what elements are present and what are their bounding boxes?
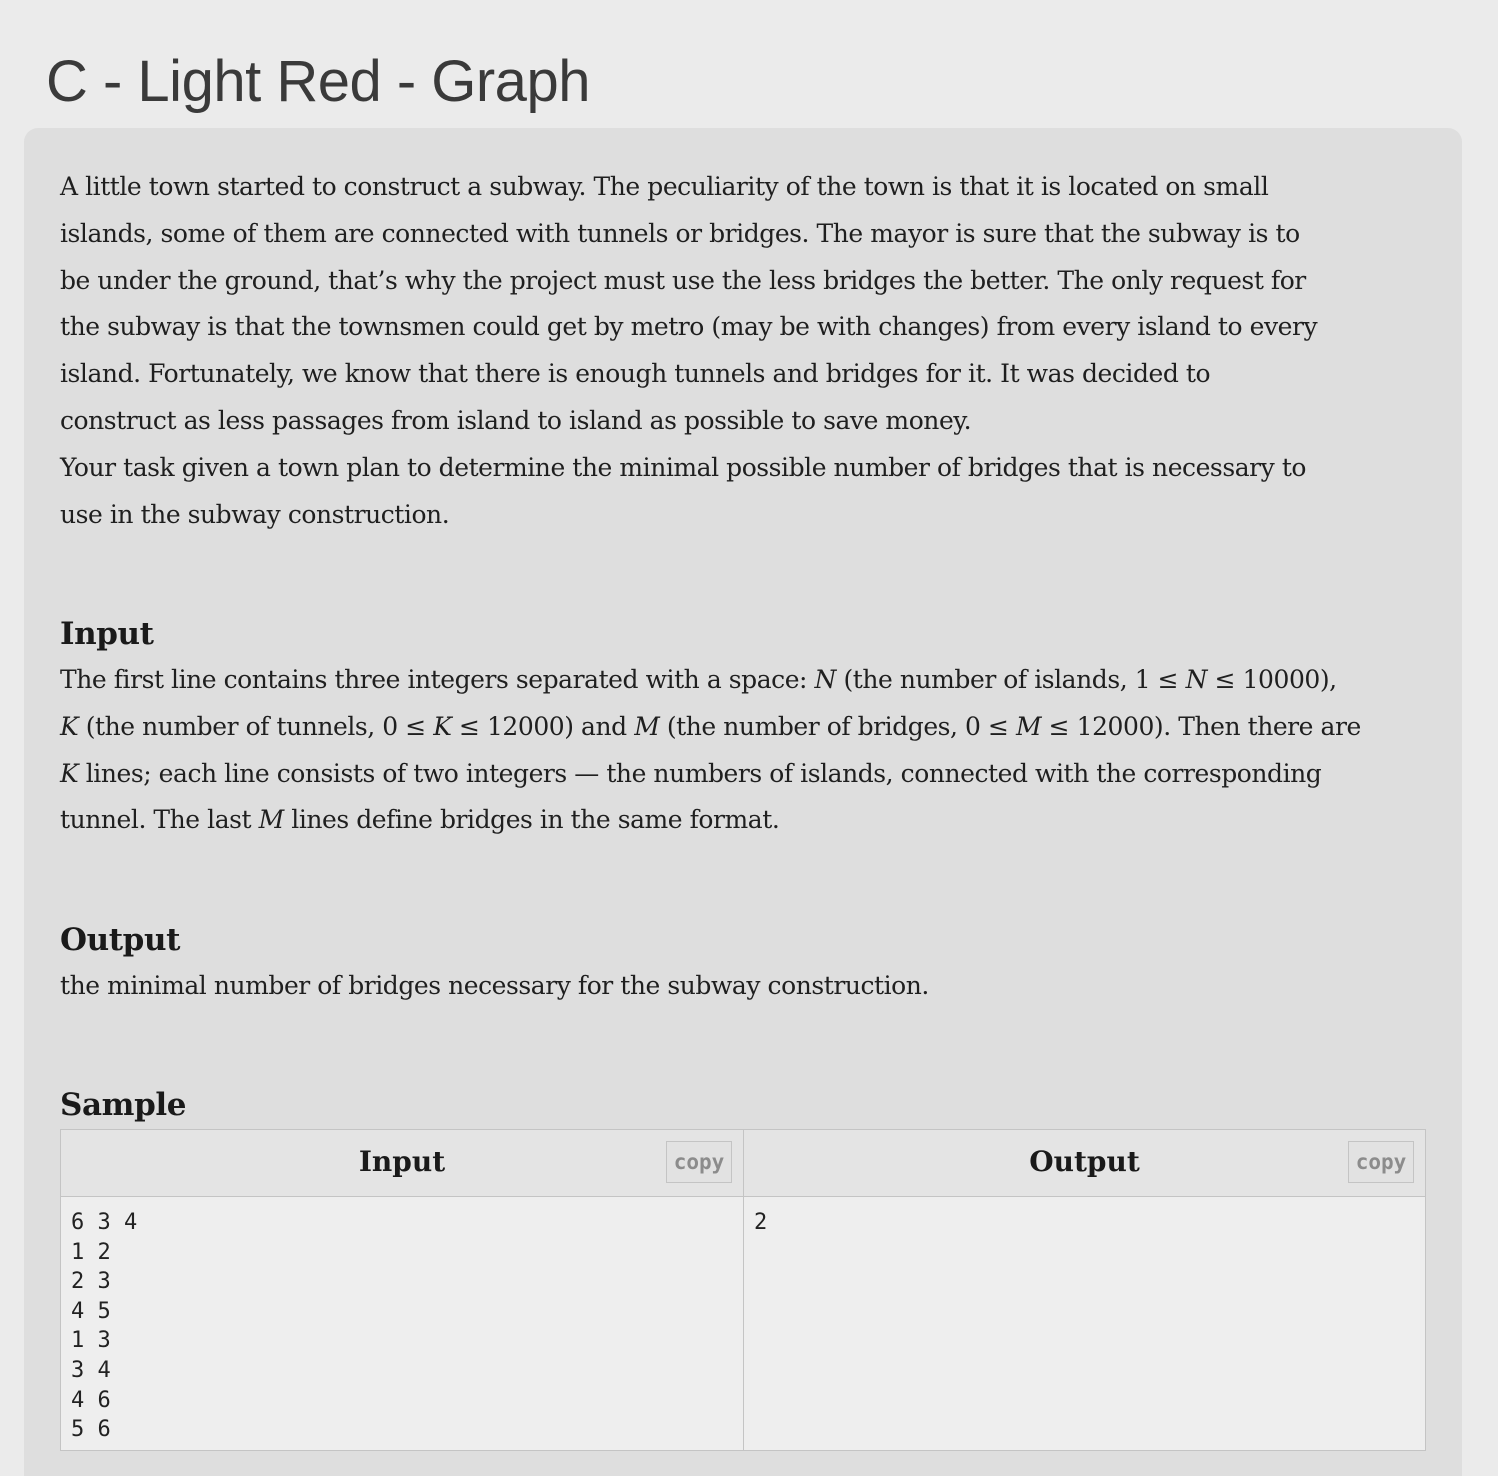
output-desc-line: the minimal number of bridges necessary … (60, 971, 929, 1000)
statement-line: the subway is that the townsmen could ge… (60, 312, 1318, 342)
copy-output-button[interactable]: copy (1348, 1141, 1414, 1183)
math-var: N (814, 665, 837, 694)
math-var: K (433, 711, 452, 741)
text: ≤ 10000), (1207, 665, 1338, 694)
input-desc-line: tunnel. The last M lines define bridges … (60, 797, 1361, 844)
statement-line: construct as less passages from island t… (60, 405, 972, 435)
text: (the number of tunnels, 0 ≤ (78, 711, 434, 741)
statement-line: islands, some of them are connected with… (60, 218, 1300, 248)
math-var: K (60, 758, 79, 788)
input-desc-line: K lines; each line consists of two integ… (60, 751, 1361, 798)
sample-input-label: Input (358, 1145, 446, 1178)
text: The first line contains three integers s… (60, 665, 815, 694)
sample-output-text: 2 (754, 1210, 768, 1235)
math-var: M (1016, 711, 1042, 741)
statement-line: use in the subway construction. (60, 499, 450, 529)
output-description: the minimal number of bridges necessary … (60, 963, 929, 1010)
math-var: N (1185, 665, 1208, 694)
sample-output-body: 2 (744, 1197, 1425, 1450)
input-description: The first line contains three integers s… (60, 657, 1361, 844)
text: lines; each line consists of two integer… (78, 758, 1322, 788)
copy-input-button[interactable]: copy (666, 1141, 732, 1183)
sample-input-body: 6 3 4 1 2 2 3 4 5 1 3 3 4 4 6 5 6 (61, 1197, 743, 1450)
statement-line: island. Fortunately, we know that there … (60, 359, 1211, 389)
statement-line: be under the ground, that’s why the proj… (60, 265, 1306, 295)
sample-input-text: 6 3 4 1 2 2 3 4 5 1 3 3 4 4 6 5 6 (71, 1210, 138, 1443)
input-desc-line: K (the number of tunnels, 0 ≤ K ≤ 12000)… (60, 704, 1361, 751)
math-var: M (634, 711, 660, 741)
text: ≤ 12000) and (451, 711, 635, 741)
sample-output-header: Output copy (744, 1130, 1425, 1197)
sample-output-label: Output (1029, 1145, 1140, 1178)
problem-card: A little town started to construct a sub… (24, 128, 1462, 1476)
sample-output-column: Output copy 2 (743, 1130, 1425, 1450)
sample-table: Input copy 6 3 4 1 2 2 3 4 5 1 3 3 4 4 6… (60, 1129, 1426, 1451)
statement-line: Your task given a town plan to determine… (60, 452, 1307, 482)
text: lines define bridges in the same format. (283, 805, 780, 835)
sample-input-header: Input copy (61, 1130, 743, 1197)
sample-heading: Sample (60, 1087, 187, 1123)
math-var: K (60, 711, 79, 741)
statement-line: A little town started to construct a sub… (60, 172, 1269, 201)
math-var: M (258, 805, 285, 835)
text: ≤ 12000). Then there are (1041, 711, 1362, 741)
input-heading: Input (60, 616, 154, 652)
text: tunnel. The last (60, 805, 259, 835)
output-heading: Output (60, 922, 180, 958)
input-desc-line: The first line contains three integers s… (60, 657, 1361, 704)
problem-statement: A little town started to construct a sub… (60, 164, 1318, 538)
sample-input-column: Input copy 6 3 4 1 2 2 3 4 5 1 3 3 4 4 6… (61, 1130, 743, 1450)
text: (the number of islands, 1 ≤ (835, 665, 1186, 694)
text: (the number of bridges, 0 ≤ (659, 711, 1016, 741)
page-title: C - Light Red - Graph (46, 49, 590, 114)
